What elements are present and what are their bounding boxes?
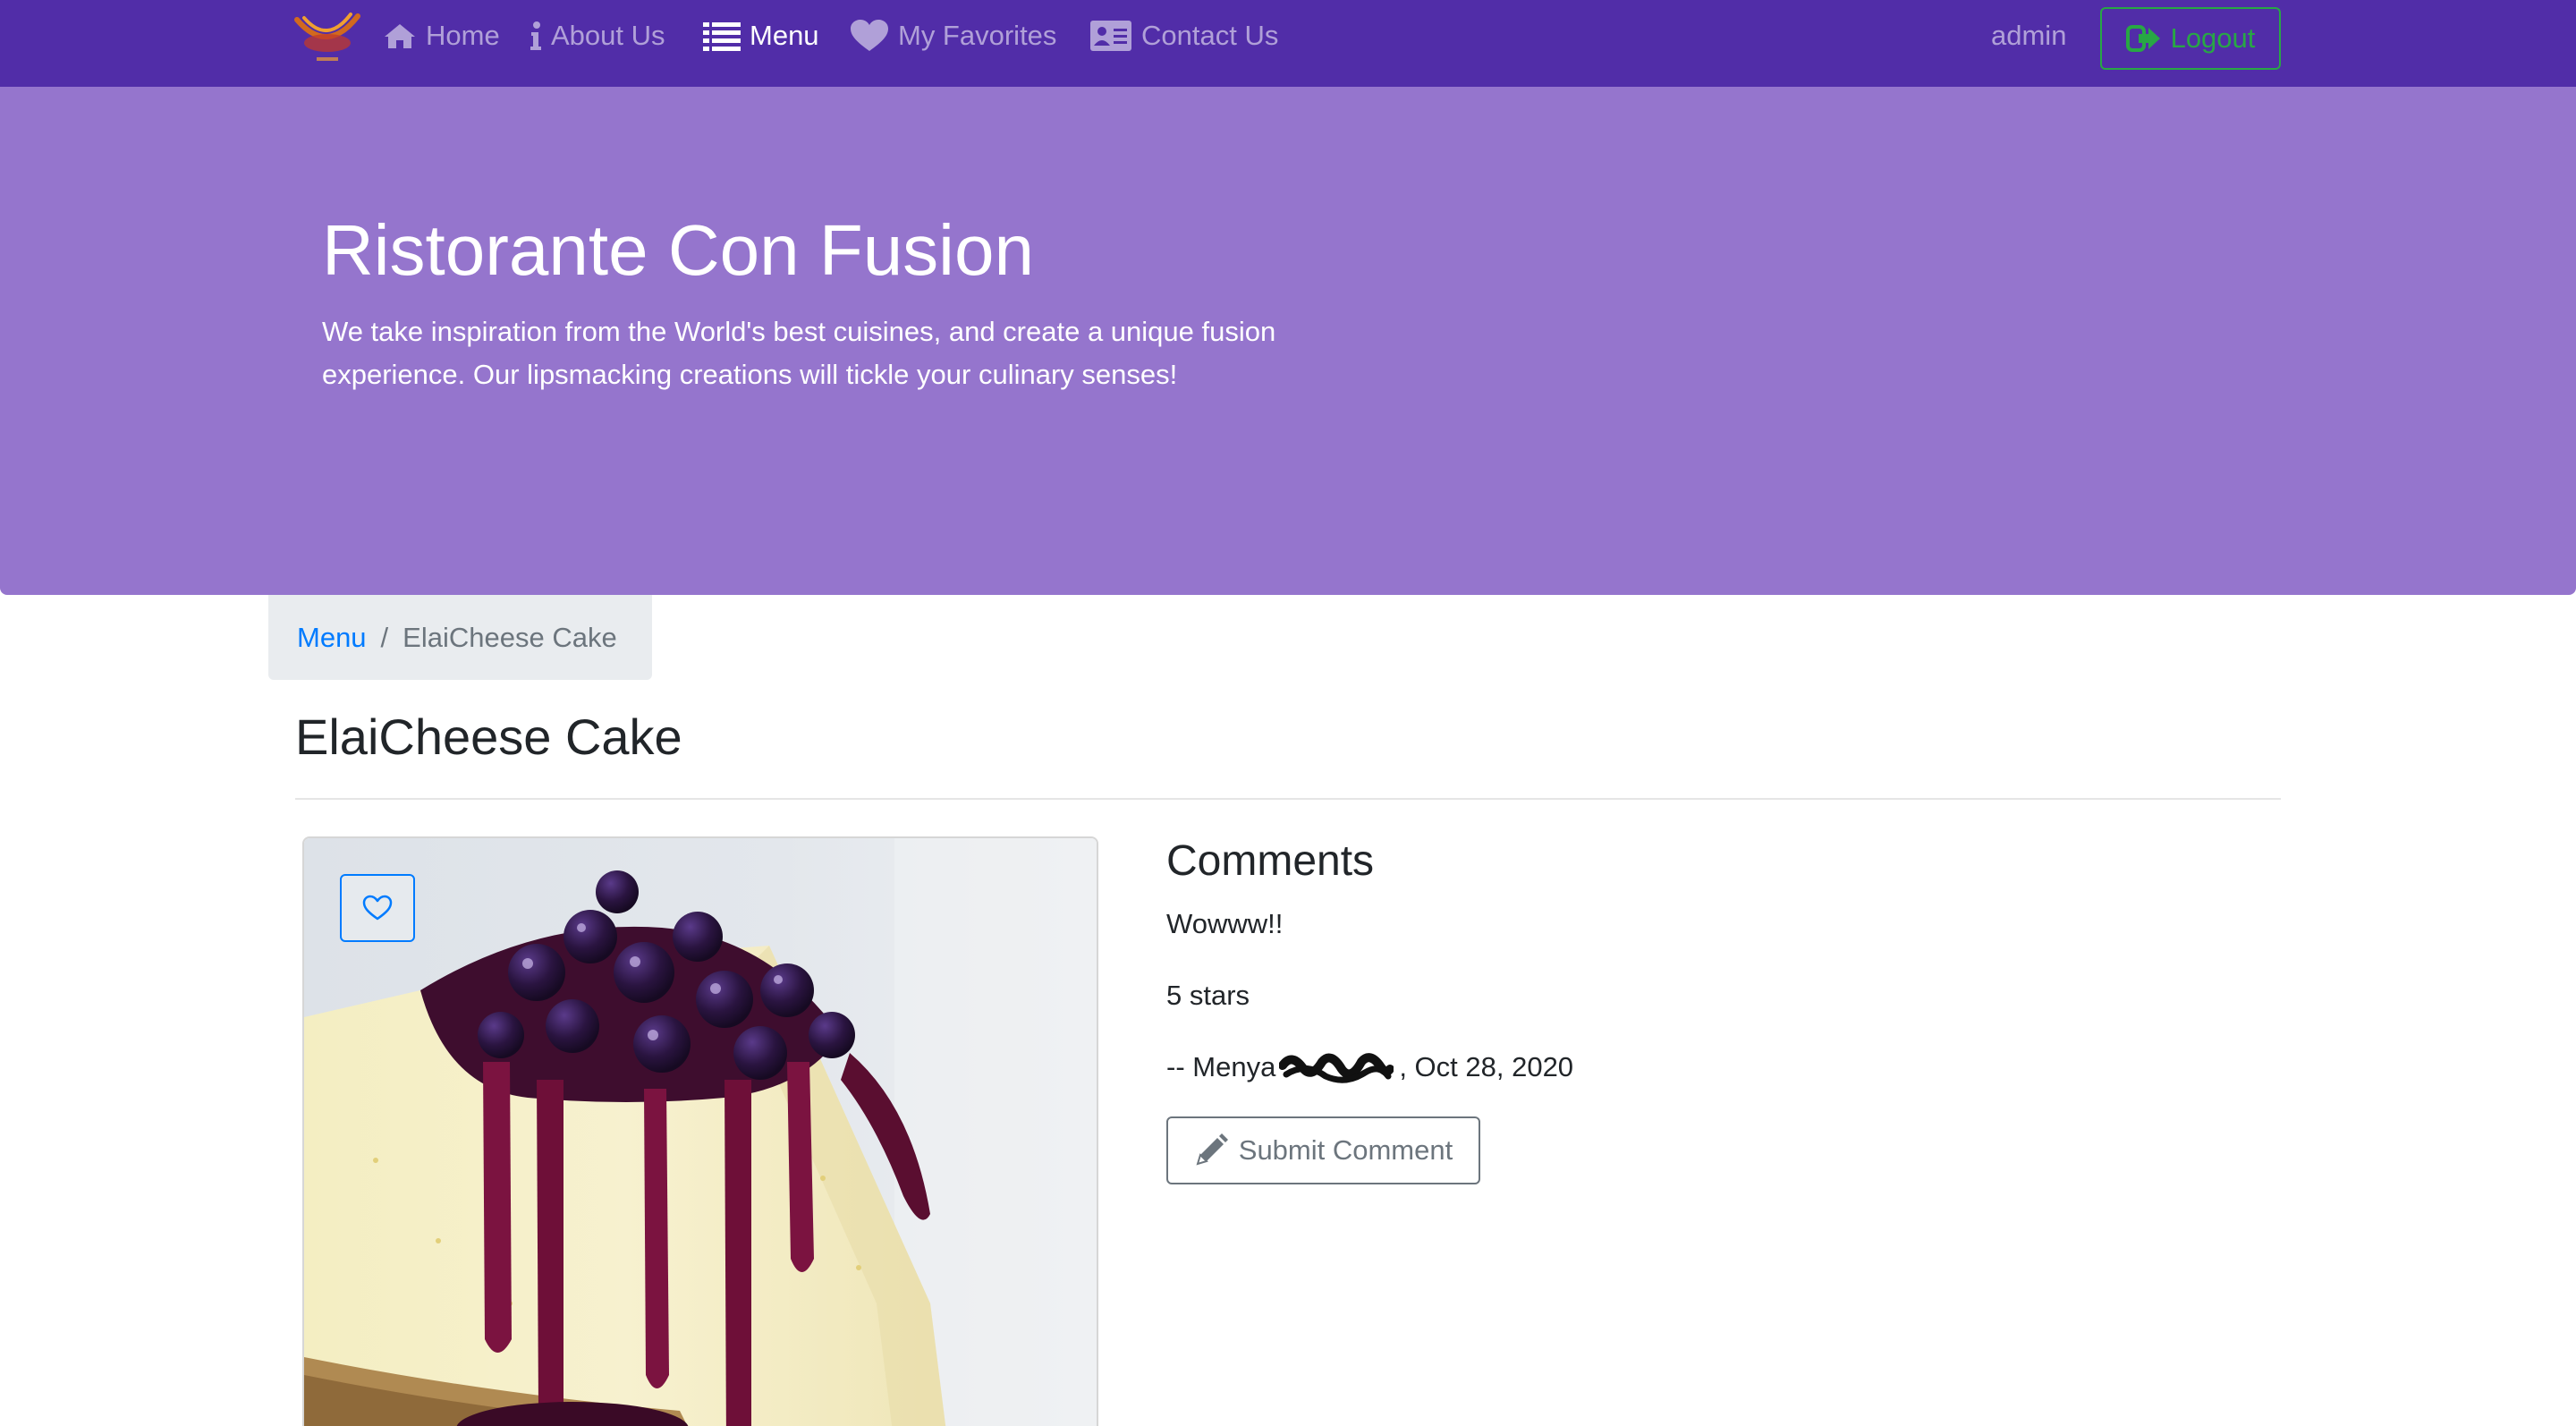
comment-text: Wowww!!	[1166, 908, 1284, 939]
dish-card	[302, 836, 1098, 1426]
address-card-icon	[1090, 21, 1131, 51]
comment-date: , Oct 28, 2020	[1399, 1051, 1574, 1082]
submit-comment-label: Submit Comment	[1238, 1134, 1453, 1166]
nav-menu-label: Menu	[750, 20, 819, 51]
comment-author: -- Menya , Oct 28, 2020	[1166, 1049, 1573, 1085]
username: admin	[1991, 20, 2067, 51]
logout-button[interactable]: Logout	[2100, 7, 2281, 70]
nav-contact[interactable]: Contact Us	[1089, 13, 1278, 59]
dish-title: ElaiCheese Cake	[295, 709, 682, 765]
submit-comment-button[interactable]: Submit Comment	[1166, 1116, 1480, 1184]
sign-out-icon	[2125, 25, 2160, 52]
jumbotron: Ristorante Con Fusion We take inspiratio…	[0, 87, 2576, 595]
divider	[295, 798, 2281, 800]
breadcrumb: Menu / ElaiCheese Cake	[268, 595, 652, 680]
breadcrumb-current: ElaiCheese Cake	[402, 621, 617, 653]
heart-icon	[851, 20, 888, 51]
pencil-icon	[1196, 1133, 1228, 1166]
nav-favorites[interactable]: My Favorites	[850, 13, 1056, 59]
nav-favorites-label: My Favorites	[898, 20, 1057, 51]
logout-label: Logout	[2170, 22, 2256, 54]
nav-home-label: Home	[426, 20, 500, 51]
nav-home[interactable]: Home	[383, 13, 500, 59]
nav-about-label: About Us	[551, 20, 665, 51]
home-icon	[385, 24, 415, 48]
comment-rating: 5 stars	[1166, 980, 1250, 1011]
heart-outline-icon	[362, 895, 393, 921]
nav-about[interactable]: About Us	[530, 13, 665, 59]
breadcrumb-separator: /	[380, 621, 389, 653]
breadcrumb-menu-link[interactable]: Menu	[297, 622, 367, 654]
restaurant-logo[interactable]	[292, 9, 363, 64]
redacted-scribble	[1279, 1053, 1394, 1083]
info-icon	[530, 21, 541, 50]
comment-author-name: -- Menya	[1166, 1051, 1276, 1082]
comments-heading: Comments	[1166, 837, 1375, 885]
list-icon	[703, 22, 741, 51]
navbar: Home About Us Menu My Favorites Contact …	[0, 0, 2576, 87]
nav-contact-label: Contact Us	[1141, 20, 1279, 51]
restaurant-tagline: We take inspiration from the World's bes…	[322, 316, 1276, 390]
favorite-button[interactable]	[340, 874, 415, 942]
nav-menu[interactable]: Menu	[703, 13, 819, 59]
blueberry-cheesecake-photo	[304, 838, 1097, 1426]
restaurant-title: Ristorante Con Fusion	[322, 210, 1034, 290]
